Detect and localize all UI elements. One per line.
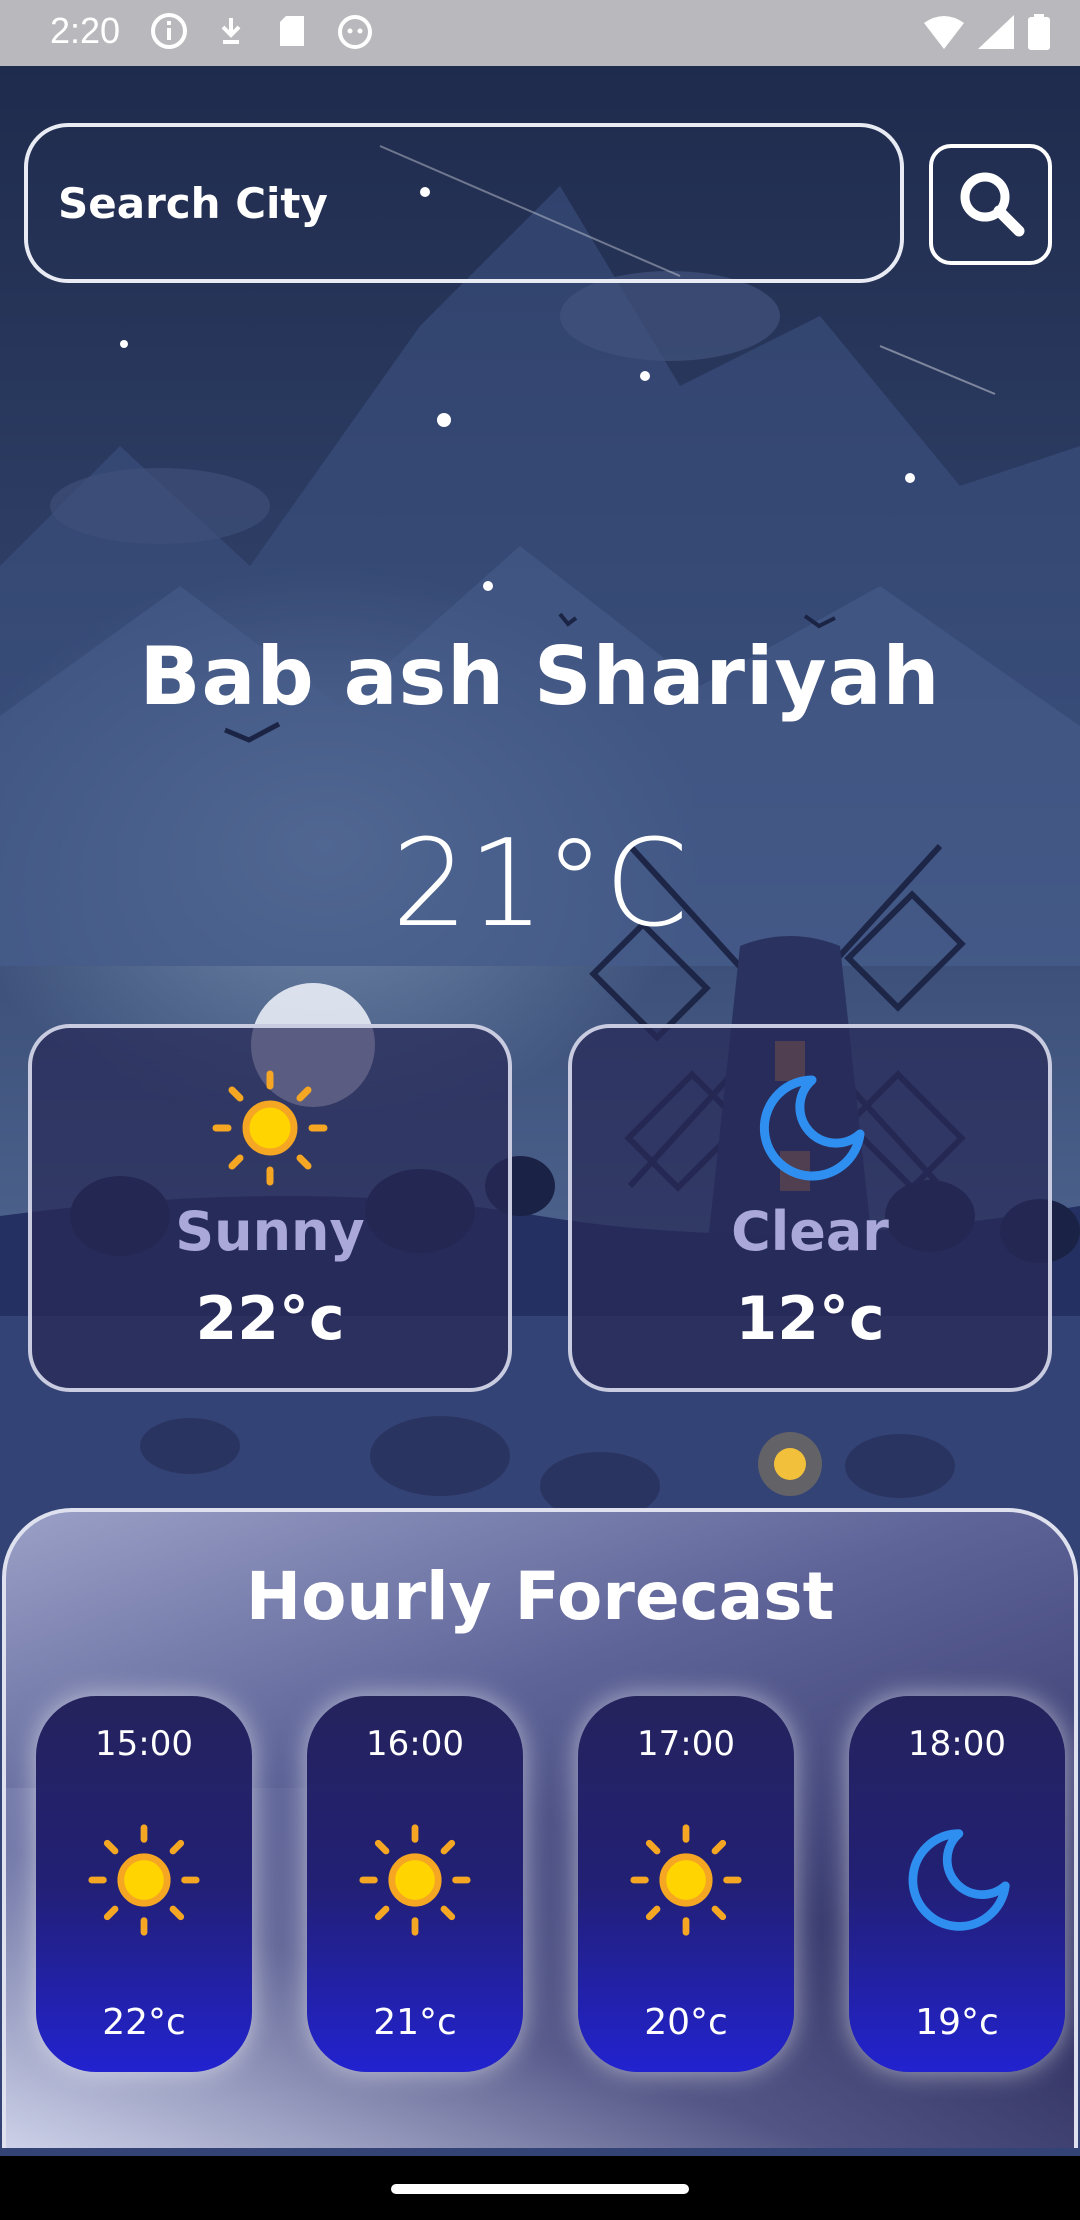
download-icon	[212, 12, 250, 50]
status-icons-right	[924, 14, 1050, 54]
moon-icon	[899, 1822, 1015, 1938]
hourly-forecast-title: Hourly Forecast	[245, 1558, 835, 1635]
hourly-time: 16:00	[366, 1724, 464, 1764]
android-icon	[336, 12, 374, 50]
home-gesture-handle[interactable]	[391, 2184, 689, 2194]
hourly-temperature: 20°c	[644, 2002, 728, 2043]
hourly-time: 17:00	[637, 1724, 735, 1764]
sd-card-icon	[274, 12, 312, 50]
battery-icon	[1028, 14, 1050, 54]
search-input[interactable]	[24, 123, 904, 283]
hourly-time: 18:00	[908, 1724, 1006, 1764]
day-condition: Sunny	[175, 1200, 365, 1263]
hourly-temperature: 22°c	[102, 2002, 186, 2043]
hourly-item: 16:00 21°c	[307, 1696, 523, 2072]
info-icon	[150, 12, 188, 50]
hourly-item: 15:00 22°c	[36, 1696, 252, 2072]
night-condition: Clear	[731, 1200, 889, 1263]
hourly-item: 17:00 20°c	[578, 1696, 794, 2072]
wifi-icon	[924, 15, 964, 53]
city-name: Bab ash Shariyah	[139, 630, 941, 723]
day-temperature: 22°c	[195, 1284, 345, 1354]
sun-icon	[210, 1068, 330, 1188]
sun-icon	[86, 1822, 202, 1938]
hourly-temperature: 19°c	[915, 2002, 999, 2043]
hourly-time: 15:00	[95, 1724, 193, 1764]
hourly-item: 18:00 19°c	[849, 1696, 1065, 2072]
signal-icon	[978, 15, 1014, 53]
night-temperature: 12°c	[735, 1284, 885, 1354]
status-icons-left	[150, 12, 374, 50]
hourly-temperature: 21°c	[373, 2002, 457, 2043]
search-button[interactable]	[929, 144, 1052, 265]
status-bar: 2:20	[0, 0, 1080, 66]
search-icon	[955, 167, 1027, 242]
day-summary-card: Sunny 22°c	[28, 1024, 512, 1392]
moon-icon	[750, 1068, 870, 1188]
sun-icon	[357, 1822, 473, 1938]
status-time: 2:20	[50, 10, 121, 51]
current-temperature: 21°C	[391, 815, 689, 954]
hourly-forecast-panel: Hourly Forecast 15:00 22°c 16:00 21°c 17…	[2, 1508, 1078, 2148]
night-summary-card: Clear 12°c	[568, 1024, 1052, 1392]
sun-icon	[628, 1822, 744, 1938]
